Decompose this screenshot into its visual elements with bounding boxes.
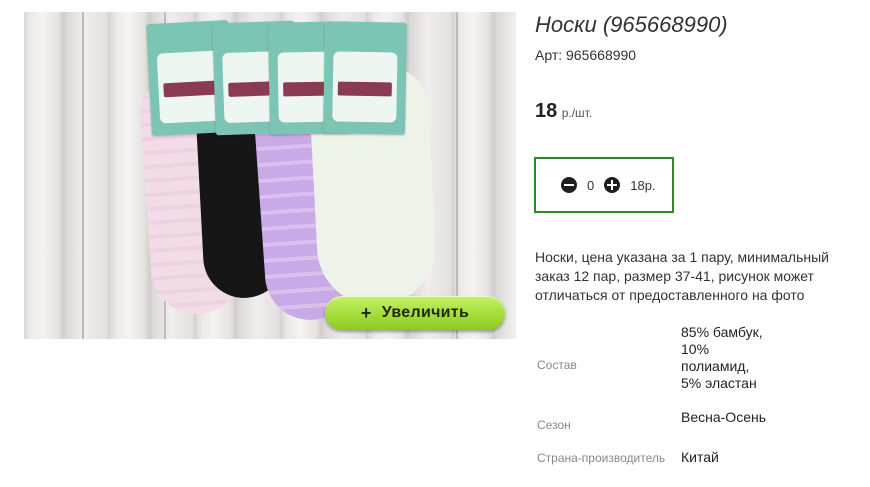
zoom-button[interactable]: + Увеличить — [325, 296, 505, 330]
minus-icon[interactable] — [561, 177, 577, 193]
quantity-stepper: 0 18р. — [534, 157, 674, 213]
property-label: Состав — [537, 358, 577, 372]
plank-seam — [456, 12, 458, 339]
property-label: Сезон — [537, 418, 571, 432]
property-value: Китай — [681, 449, 719, 465]
package-tag — [323, 21, 407, 135]
plus-circle-icon[interactable] — [604, 177, 621, 193]
quantity-value[interactable]: 0 — [587, 178, 594, 193]
product-image[interactable] — [24, 12, 516, 339]
quantity-total: 18р. — [630, 177, 656, 193]
product-sku: Арт: 965668990 — [535, 47, 637, 63]
product-title: Носки (965668990) — [535, 12, 728, 37]
plank-seam — [82, 12, 84, 339]
zoom-button-label: Увеличить — [381, 304, 470, 321]
price-unit: р./шт. — [561, 106, 593, 120]
property-value: Весна-Осень — [681, 409, 767, 425]
price-value: 18 — [535, 100, 558, 122]
plus-icon: + — [360, 302, 372, 323]
product-price: 18 р./шт. — [535, 100, 592, 123]
property-value: 85% бамбук, 10% полиамид, 5% эластан — [681, 324, 763, 391]
product-description: Носки, цена указана за 1 пару, минимальн… — [535, 249, 829, 303]
property-label: Страна-производитель — [537, 451, 666, 465]
